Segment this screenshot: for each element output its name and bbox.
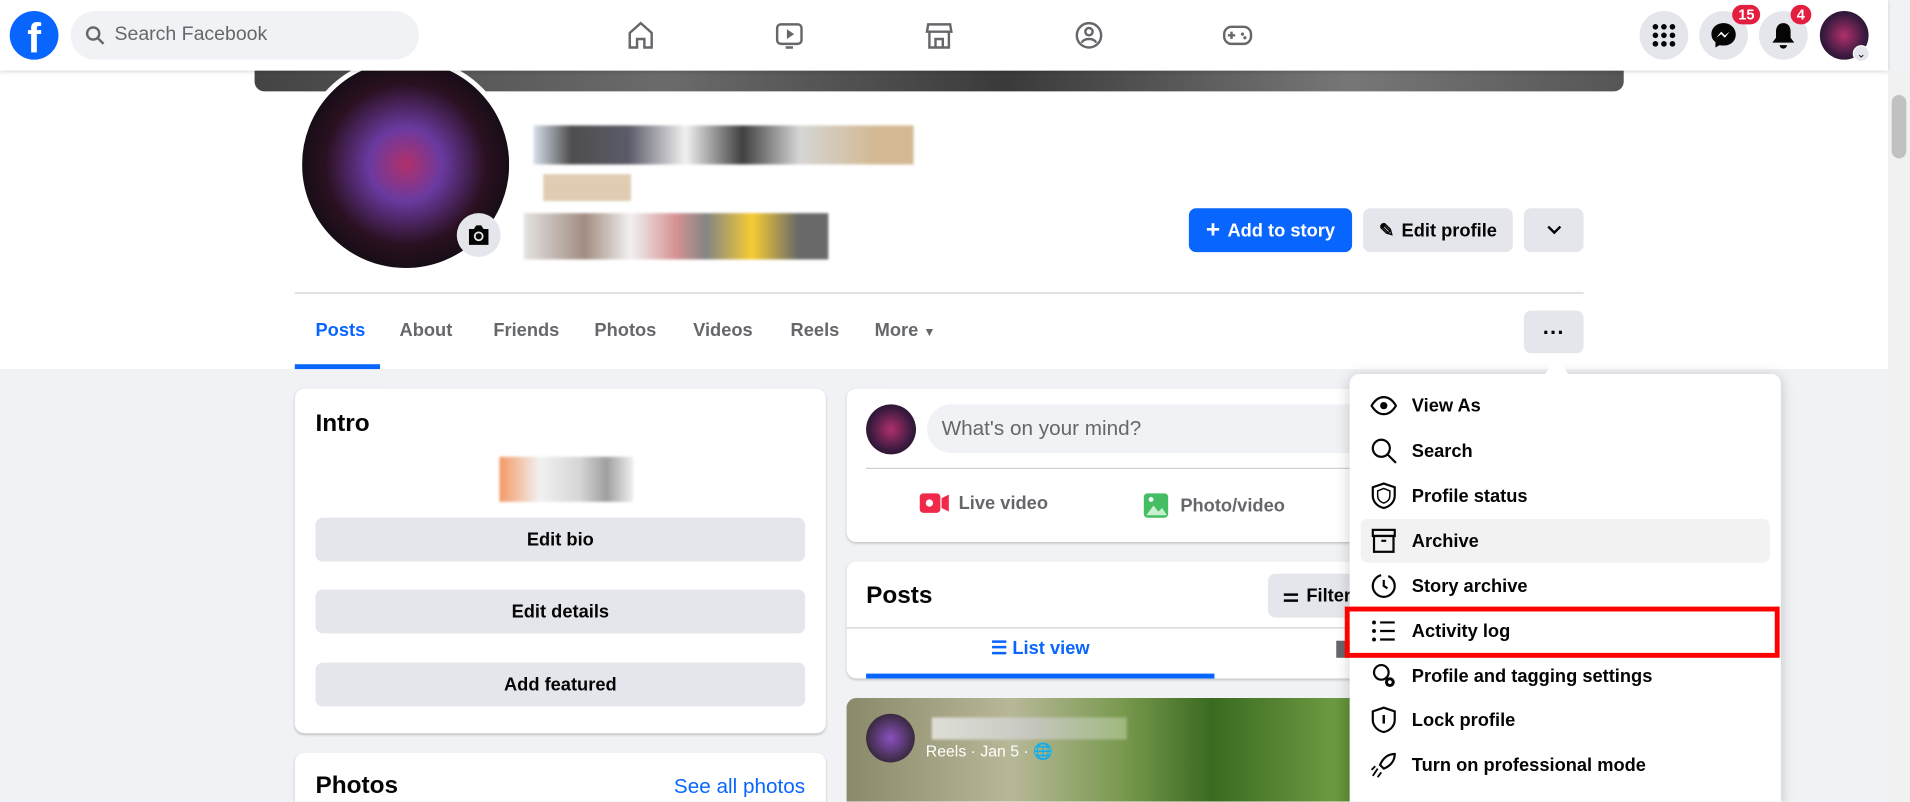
menu-item-archive[interactable]: Archive	[1360, 518, 1770, 563]
menu-grid-icon[interactable]	[1639, 10, 1689, 60]
menu-item-story-archive[interactable]: Story archive	[1361, 564, 1770, 608]
menu-label: Search	[1411, 440, 1473, 462]
photo-video-icon	[1143, 493, 1169, 518]
tab-reels[interactable]: Reels	[791, 320, 840, 341]
search-placeholder: Search Facebook	[114, 24, 268, 46]
tab-more[interactable]: More ▼	[875, 320, 936, 341]
scrollbar[interactable]	[1888, 70, 1910, 802]
menu-item-profile-status[interactable]: Profile status	[1361, 474, 1770, 518]
plus-icon: +	[1205, 216, 1221, 244]
menu-label: Lock profile	[1411, 709, 1516, 731]
tab-about[interactable]: About	[400, 320, 453, 341]
photo-video-label: Photo/video	[1180, 495, 1285, 516]
add-featured-button[interactable]: Add featured	[315, 662, 806, 707]
see-all-photos-link[interactable]: See all photos	[674, 775, 805, 799]
facebook-logo[interactable]: f	[9, 10, 59, 60]
tab-friends[interactable]: Friends	[493, 320, 559, 341]
edit-profile-button[interactable]: ✎ Edit profile	[1363, 208, 1513, 253]
tab-posts[interactable]: Posts	[315, 320, 365, 341]
shield-lock-icon	[1371, 706, 1396, 734]
shield-icon	[1371, 482, 1396, 510]
menu-item-search[interactable]: Search	[1361, 429, 1770, 473]
edit-bio-button[interactable]: Edit bio	[315, 517, 806, 562]
video-icon[interactable]	[771, 17, 808, 54]
rocket-icon	[1370, 752, 1396, 778]
menu-label: Profile status	[1411, 485, 1528, 507]
friends-count-redacted	[543, 174, 631, 201]
pencil-icon: ✎	[1378, 220, 1395, 242]
bio-redacted	[499, 456, 634, 502]
live-video-button[interactable]: Live video	[919, 491, 1049, 515]
menu-item-lock-profile[interactable]: Lock profile	[1361, 698, 1770, 742]
live-video-icon	[919, 493, 949, 513]
search-icon	[1371, 438, 1397, 464]
menu-label: Archive	[1411, 530, 1479, 552]
home-icon[interactable]	[622, 17, 659, 54]
groups-icon[interactable]	[1071, 17, 1108, 54]
notifications-badge: 4	[1790, 4, 1811, 25]
add-to-story-button[interactable]: + Add to story	[1188, 208, 1353, 253]
menu-item-view-as[interactable]: View As	[1361, 384, 1770, 428]
add-to-story-label: Add to story	[1227, 219, 1336, 241]
avatar	[866, 404, 917, 455]
profile-options-menu: View As Search Profile status Archive St…	[1349, 373, 1781, 802]
list-view-label: List view	[1012, 638, 1090, 659]
gaming-icon[interactable]	[1219, 17, 1256, 54]
clock-icon	[1371, 573, 1396, 598]
list-view-tab[interactable]: ☰ List view	[866, 637, 1214, 659]
camera-icon[interactable]	[456, 213, 501, 258]
tab-photos[interactable]: Photos	[594, 320, 656, 341]
photos-title: Photos	[315, 772, 399, 800]
activity-log-highlight	[1344, 606, 1780, 658]
active-tab-indicator	[294, 364, 381, 370]
header-divider	[294, 292, 1584, 294]
live-video-label: Live video	[958, 492, 1049, 514]
search-icon	[85, 26, 105, 45]
scrollbar-thumb[interactable]	[1891, 95, 1907, 159]
list-icon: ☰	[990, 638, 1013, 659]
eye-icon	[1370, 396, 1398, 416]
friends-avatars-redacted	[523, 213, 829, 260]
profile-header	[0, 70, 1889, 370]
globe-icon: 🌐	[1033, 741, 1053, 761]
marketplace-icon[interactable]	[921, 17, 958, 54]
filter-icon: ⚌	[1282, 585, 1300, 607]
menu-label: Story archive	[1411, 575, 1528, 597]
menu-arrow	[1544, 355, 1569, 376]
edit-details-button[interactable]: Edit details	[315, 589, 806, 634]
ellipsis-icon: ···	[1542, 319, 1565, 345]
caret-down-icon: ▼	[923, 326, 936, 340]
tab-more-label: More	[874, 320, 919, 342]
chevron-down-icon[interactable]: ⌄	[1852, 45, 1870, 63]
posts-title: Posts	[866, 582, 933, 610]
photo-video-button[interactable]: Photo/video	[1141, 491, 1285, 520]
chevron-down-icon	[1546, 225, 1561, 235]
tab-videos[interactable]: Videos	[693, 320, 753, 341]
search-input[interactable]: Search Facebook	[70, 10, 420, 60]
menu-label: Turn on professional mode	[1411, 754, 1646, 776]
photos-card: Photos See all photos	[294, 752, 826, 802]
intro-card: Intro Edit bio Edit details Add featured	[294, 388, 826, 734]
messenger-badge: 15	[1732, 4, 1761, 25]
intro-title: Intro	[315, 410, 370, 438]
top-bar: f Search Facebook 15 4 ⌄	[0, 0, 1889, 71]
archive-icon	[1371, 528, 1396, 553]
user-settings-icon	[1372, 663, 1395, 688]
menu-label: Profile and tagging settings	[1411, 665, 1653, 687]
post-author-redacted	[931, 717, 1127, 740]
profile-name-redacted	[533, 125, 914, 165]
more-options-button[interactable]: ···	[1523, 310, 1584, 354]
menu-item-profile-tagging-settings[interactable]: Profile and tagging settings	[1361, 654, 1770, 698]
edit-profile-label: Edit profile	[1401, 219, 1497, 241]
menu-label: View As	[1411, 395, 1481, 416]
post-meta: Reels · Jan 5 · 🌐	[926, 742, 1053, 761]
profile-options-chevron[interactable]	[1523, 208, 1584, 253]
menu-item-professional-mode[interactable]: Turn on professional mode	[1361, 743, 1770, 787]
post-meta-text: Reels · Jan 5 ·	[925, 741, 1034, 761]
avatar[interactable]	[866, 713, 915, 763]
list-view-indicator	[866, 673, 1215, 679]
